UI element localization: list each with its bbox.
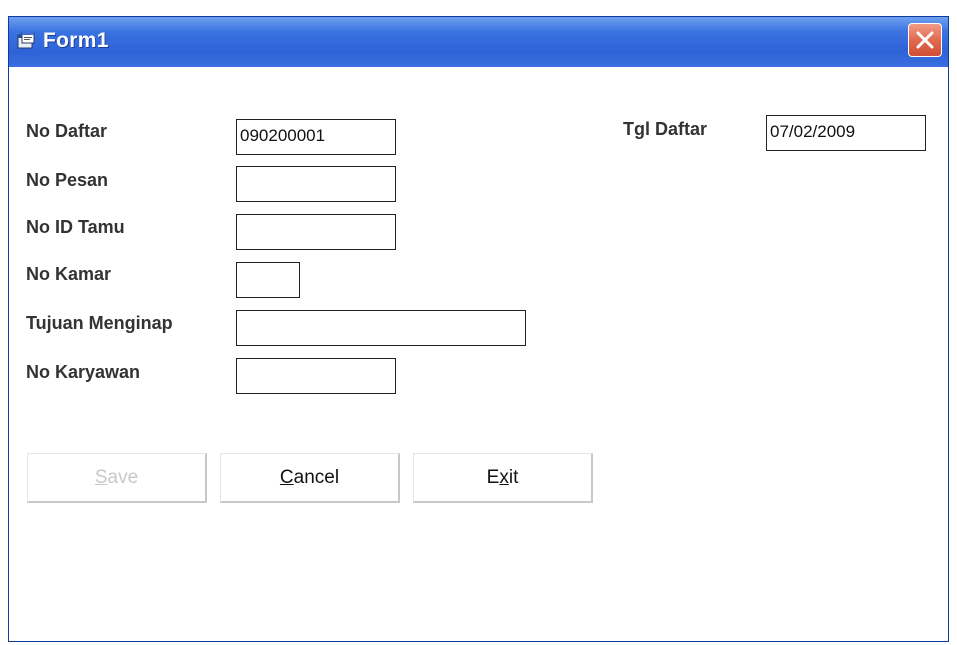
exit-button[interactable]: Exit (413, 453, 593, 503)
form-window-icon (17, 32, 35, 49)
no-kamar-label: No Kamar (26, 264, 112, 284)
exit-label-post: it (508, 467, 519, 488)
form-window: Form1 No Daftar 090200001 No Pesan No ID… (8, 16, 949, 642)
no-pesan-label: No Pesan (26, 170, 109, 190)
title-bar[interactable]: Form1 (9, 17, 948, 67)
tujuan-menginap-label: Tujuan Menginap (26, 313, 173, 333)
no-id-tamu-label: No ID Tamu (26, 217, 125, 237)
close-icon (916, 31, 934, 49)
cancel-label-accel: C (279, 467, 294, 488)
save-label-accel: S (94, 467, 108, 488)
exit-label-accel: x (499, 467, 509, 488)
no-kamar-field[interactable] (236, 262, 300, 298)
save-label-post: ave (107, 467, 139, 488)
no-karyawan-label: No Karyawan (26, 362, 141, 382)
cancel-button[interactable]: Cancel (220, 453, 400, 503)
exit-label-pre: E (486, 467, 500, 488)
cancel-label-post: ancel (293, 467, 340, 488)
tgl-daftar-label: Tgl Daftar (623, 119, 708, 139)
close-button[interactable] (908, 23, 942, 57)
no-id-tamu-field[interactable] (236, 214, 396, 250)
no-daftar-label: No Daftar (26, 121, 108, 141)
no-karyawan-field[interactable] (236, 358, 396, 394)
tgl-daftar-field[interactable]: 07/02/2009 (766, 115, 926, 151)
save-button[interactable]: Save (27, 453, 207, 503)
no-pesan-field[interactable] (236, 166, 396, 202)
tujuan-menginap-field[interactable] (236, 310, 526, 346)
no-daftar-field[interactable]: 090200001 (236, 119, 396, 155)
window-title: Form1 (43, 29, 109, 52)
